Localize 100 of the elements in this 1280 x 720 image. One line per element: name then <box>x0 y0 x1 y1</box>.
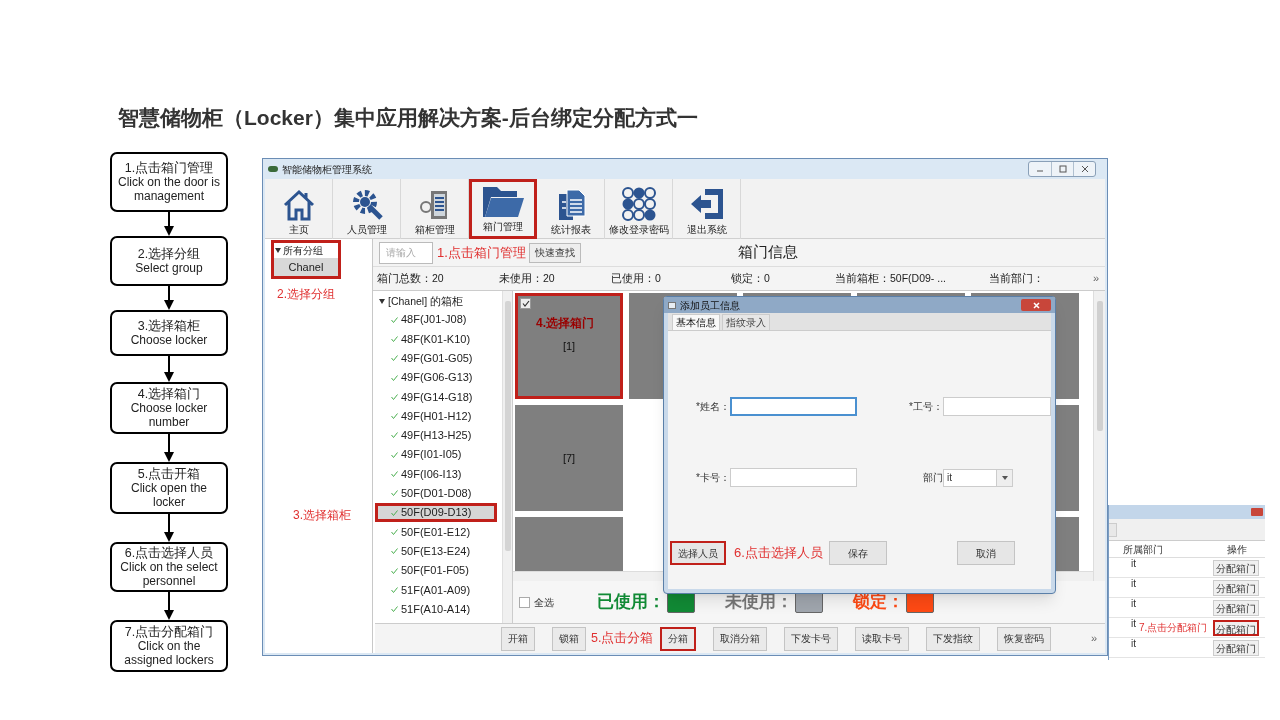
tree-item[interactable]: 50F(E13-E24) <box>379 541 502 561</box>
tree-item[interactable]: 48F(K01-K10) <box>379 329 502 349</box>
window-title: 智能储物柜管理系统 <box>282 162 373 177</box>
table-cell-text: it <box>1130 578 1137 590</box>
tree-item[interactable]: 50F(F01-F05) <box>379 560 502 581</box>
field-label: *工号： <box>908 400 943 414</box>
stat-text: 未使用：20 <box>499 270 556 286</box>
search-field[interactable]: 请输入 <box>379 241 433 264</box>
tab[interactable]: 指纹录入 <box>722 314 770 330</box>
stat-text: 当前箱柜：50F(D09- ... <box>835 270 948 286</box>
legend-label: 已使用： <box>597 591 665 614</box>
tree-root[interactable]: [Chanel] 的箱柜 <box>379 293 502 310</box>
check-icon <box>391 471 398 477</box>
tree-item[interactable]: 50F(D09-D13) <box>375 502 497 523</box>
tree-item[interactable]: 49F(I01-I05) <box>379 445 502 465</box>
action-button[interactable]: 开箱 <box>501 626 535 651</box>
table-cell-text: it <box>1130 598 1137 610</box>
expand-icon <box>275 248 281 253</box>
assign-button[interactable]: 分配箱门 <box>1213 639 1259 656</box>
more-button[interactable]: » <box>1090 630 1097 647</box>
action-button[interactable]: 下发指纹 <box>926 626 981 651</box>
toolbar-button[interactable]: 主页 <box>265 179 333 239</box>
step-subtitle: Choose locker number <box>129 401 209 429</box>
locker-door[interactable]: [7] <box>515 405 623 511</box>
input-field[interactable] <box>730 468 857 487</box>
check-icon <box>391 606 398 613</box>
dialog-button[interactable]: 选择人员 <box>670 541 726 565</box>
tree-item[interactable]: 49F(I06-I13) <box>379 464 502 484</box>
action-button[interactable]: 读取卡号 <box>855 626 910 651</box>
dropdown[interactable]: it <box>943 468 1013 487</box>
caret-icon <box>1001 475 1008 480</box>
tree-item[interactable]: 50F(D01-D08) <box>379 483 502 503</box>
annotation: 6.点击选择人员 <box>734 544 823 563</box>
check-icon <box>391 451 398 458</box>
input-field[interactable] <box>730 397 857 416</box>
step-title: 6.点击选择人员 <box>124 546 214 560</box>
step-title: 4.选择箱门 <box>137 387 201 401</box>
select-all-checkbox[interactable]: 全选 <box>519 594 591 610</box>
check-icon <box>391 316 398 323</box>
action-button[interactable]: 锁箱 <box>552 626 586 651</box>
checkbox[interactable] <box>520 298 531 309</box>
panel-heading: 箱门信息 <box>738 242 799 263</box>
assign-button[interactable]: 分配箱门 <box>1213 619 1259 636</box>
toolbar-button[interactable]: 人员管理 <box>333 179 401 239</box>
scrollbar[interactable] <box>1093 291 1105 581</box>
group-item[interactable]: 所有分组 <box>274 243 338 258</box>
action-button[interactable]: 分箱 <box>660 626 697 651</box>
input-field[interactable] <box>943 397 1051 416</box>
step-subtitle: Click on the door is management <box>116 175 221 203</box>
assign-button[interactable]: 分配箱门 <box>1213 599 1259 616</box>
check-icon <box>391 432 398 439</box>
check-icon <box>391 374 398 381</box>
toolbar-button[interactable]: 修改登录密码 <box>605 179 673 239</box>
action-button[interactable]: 取消分箱 <box>713 626 768 651</box>
expand-icon <box>379 299 385 304</box>
tree-item[interactable]: 49F(G01-G05) <box>379 348 502 368</box>
annotation: 3.选择箱柜 <box>293 507 351 524</box>
group-item[interactable]: Chanel <box>274 258 338 276</box>
scrollbar[interactable] <box>502 291 512 623</box>
tree-item[interactable]: 49F(G14-G18) <box>379 387 502 407</box>
step-subtitle: Click open the locker <box>129 481 208 509</box>
close-button[interactable] <box>1021 299 1051 311</box>
tree-item[interactable]: 49F(G06-G13) <box>379 367 502 388</box>
locker-door[interactable]: [1] 4.选择箱门 <box>515 293 623 399</box>
search-button[interactable]: 快速查找 <box>529 242 581 263</box>
check-icon <box>391 567 398 574</box>
tree-item[interactable]: 49F(H13-H25) <box>379 425 502 446</box>
window-icon <box>668 301 676 309</box>
check-icon <box>391 528 398 535</box>
table-cell-text: it <box>1130 558 1137 570</box>
table-cell-text: it <box>1130 618 1137 630</box>
step-title: 5.点击开箱 <box>137 467 201 481</box>
tab[interactable]: 基本信息 <box>672 314 720 330</box>
field-label: *姓名： <box>695 400 730 414</box>
step-subtitle: Choose locker <box>130 333 208 347</box>
step-title: 3.选择箱柜 <box>137 319 201 333</box>
tree-item[interactable]: 49F(H01-H12) <box>379 406 502 426</box>
field-label: *卡号： <box>695 471 730 485</box>
check-icon <box>391 586 398 593</box>
tree-item[interactable]: 48F(J01-J08) <box>379 310 502 330</box>
dialog-button[interactable]: 保存 <box>828 541 887 565</box>
action-button[interactable]: 下发卡号 <box>784 626 839 651</box>
toolbar-button[interactable] <box>1109 522 1117 537</box>
tree-item[interactable]: 51F(A10-A14) <box>379 599 502 619</box>
annotation: 5.点击分箱 <box>591 630 654 648</box>
tree-item[interactable]: 50F(E01-E12) <box>379 522 502 542</box>
dialog-button[interactable]: 取消 <box>957 541 1015 565</box>
step-title: 2.选择分组 <box>137 247 201 261</box>
assign-button[interactable]: 分配箱门 <box>1213 559 1259 576</box>
toolbar-button[interactable]: 箱门管理 <box>469 179 537 239</box>
step-title: 7.点击分配箱门 <box>124 625 214 639</box>
tree-item[interactable]: 51F(A01-A09) <box>379 580 502 600</box>
action-button[interactable]: 恢复密码 <box>997 626 1052 651</box>
app-icon <box>268 166 278 172</box>
more-button[interactable]: » <box>1092 270 1099 287</box>
stat-text: 当前部门： <box>989 270 1045 286</box>
check-icon <box>391 548 398 555</box>
assign-button[interactable]: 分配箱门 <box>1213 579 1259 596</box>
toolbar-button[interactable]: 统计报表 <box>537 179 605 239</box>
slide-title: 智慧储物柜（Locker）集中应用解决方案-后台绑定分配方式一 <box>118 105 698 131</box>
